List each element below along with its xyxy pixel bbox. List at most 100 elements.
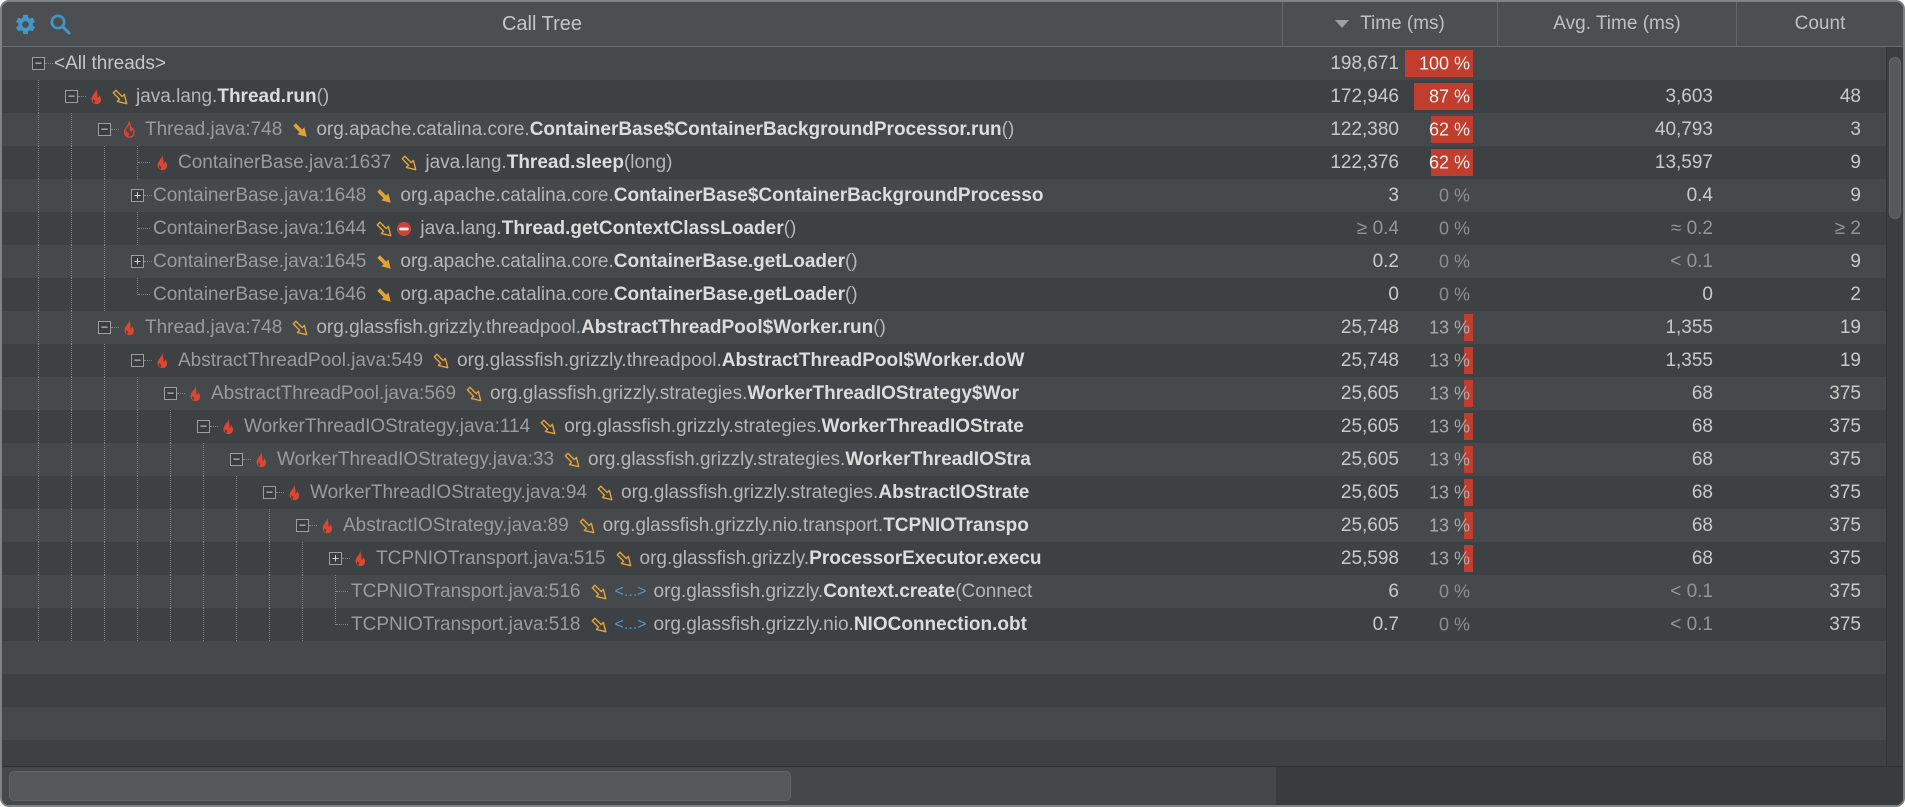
tree-node[interactable]: − WorkerThreadIOStrategy.java:33 org.glass… [230, 449, 1031, 471]
collapse-toggle-icon[interactable]: − [230, 453, 243, 466]
avg-time-cell: 1,355 [1665, 349, 1713, 371]
tree-node[interactable]: − AbstractThreadPool.java:569 org.glassfis… [164, 383, 1019, 405]
column-header-avg-time[interactable]: Avg. Time (ms) [1497, 2, 1736, 46]
tree-guide-line [38, 509, 39, 542]
tree-cell: − AbstractIOStrategy.java:89 org.glassfish… [2, 509, 1282, 542]
call-arrow-icon [579, 518, 595, 533]
percent-label: 13 % [1428, 350, 1470, 370]
percent-label: 13 % [1428, 383, 1470, 403]
tree-node[interactable]: − AbstractThreadPool.java:549 org.glassfis… [131, 350, 1024, 372]
column-header-count[interactable]: Count [1736, 2, 1903, 46]
tree-guide-line [137, 377, 138, 410]
method-name: org.glassfish.grizzly.strategies.WorkerT… [490, 382, 1020, 404]
collapse-toggle-icon[interactable]: − [296, 519, 309, 532]
tree-node[interactable]: + ContainerBase.java:1648 org.apache.catal… [131, 185, 1043, 207]
count-cell: 9 [1850, 184, 1861, 206]
percent-label: 13 % [1428, 416, 1470, 436]
tree-node[interactable]: − <All threads> [32, 53, 166, 75]
tree-guide-line [170, 443, 171, 476]
table-row: ContainerBase.java:1646 org.apache.catali… [2, 278, 1903, 311]
tree-node[interactable]: − Thread.java:748 org.apache.catalina.core… [98, 119, 1014, 141]
tree-node[interactable]: ContainerBase.java:1637 java.lang.Thread.… [153, 152, 673, 174]
table-row: TCPNIOTransport.java:518 <...> org.glassfi… [2, 608, 1903, 641]
tree-guide-line [71, 245, 72, 278]
collapse-toggle-icon[interactable]: − [164, 387, 177, 400]
avg-time-cell: 40,793 [1654, 118, 1713, 140]
tree-node[interactable]: ContainerBase.java:1646 org.apache.catali… [153, 284, 858, 306]
collapse-toggle-icon[interactable]: − [197, 420, 210, 433]
column-header-time[interactable]: Time (ms) [1282, 2, 1497, 46]
count-cell: 19 [1839, 349, 1861, 371]
tree-guide-line [104, 245, 105, 278]
tree-guide-line [71, 542, 72, 575]
call-arrow-icon [564, 452, 580, 467]
expand-toggle-icon[interactable]: + [131, 189, 144, 202]
time-cell: 25,598 [1340, 547, 1399, 569]
tree-guide-line [71, 443, 72, 476]
source-location: Thread.java:748 [145, 316, 283, 338]
collapse-toggle-icon[interactable]: − [131, 354, 144, 367]
tree-guide-line [170, 476, 171, 509]
table-row: − AbstractThreadPool.java:569 org.glassfis… [2, 377, 1903, 410]
method-name: java.lang.Thread.getContextClassLoader() [420, 217, 797, 239]
collapse-toggle-icon[interactable]: − [98, 321, 111, 334]
tree-node[interactable]: TCPNIOTransport.java:516 <...> org.glassfi… [351, 581, 1032, 603]
tree-guide-line [203, 542, 204, 575]
tree-guide-line [71, 608, 72, 641]
page-title: Call Tree [501, 12, 583, 35]
percent-label: 0 % [1438, 614, 1470, 634]
tree-cell: − AbstractThreadPool.java:549 org.glassfis… [2, 344, 1282, 377]
tree-guide-line [71, 344, 72, 377]
tree-node[interactable]: TCPNIOTransport.java:518 <...> org.glassfi… [351, 614, 1027, 636]
tree-cell: − Thread.java:748 org.glassfish.grizzly.th… [2, 311, 1282, 344]
call-arrow-icon [377, 254, 392, 269]
expand-toggle-icon[interactable]: + [131, 255, 144, 268]
horizontal-scrollbar-thumb[interactable] [9, 771, 791, 801]
tree-guide-line [71, 476, 72, 509]
table-row: − WorkerThreadIOStrategy.java:114 org.glas… [2, 410, 1903, 443]
count-cell: 375 [1829, 382, 1861, 404]
call-arrow-icon [597, 485, 613, 500]
source-location: WorkerThreadIOStrategy.java:114 [244, 415, 531, 437]
avg-time-cell: 68 [1691, 514, 1713, 536]
time-cell: 198,671 [1330, 52, 1399, 74]
collapse-toggle-icon[interactable]: − [263, 486, 276, 499]
method-name: org.apache.catalina.core.ContainerBase.g… [400, 250, 858, 272]
tree-connector [336, 624, 348, 625]
search-icon[interactable] [48, 12, 72, 36]
tree-node[interactable]: ContainerBase.java:1644 java.lang.Thread.… [153, 218, 796, 240]
flame-hot-spot-icon [223, 418, 234, 435]
percent-label: 0 % [1438, 185, 1470, 205]
collapse-toggle-icon[interactable]: − [32, 57, 45, 70]
time-cell: 25,605 [1340, 382, 1399, 404]
empty-row [2, 641, 1903, 674]
source-location: AbstractThreadPool.java:569 [211, 382, 457, 404]
source-location: ContainerBase.java:1648 [153, 184, 367, 206]
tree-node[interactable]: + TCPNIOTransport.java:515 org.glassfish.g… [329, 548, 1042, 570]
tree-node[interactable]: − Thread.java:748 org.glassfish.grizzly.th… [98, 317, 886, 339]
tree-guide-line [236, 542, 237, 575]
vertical-scrollbar-thumb[interactable] [1889, 57, 1901, 219]
tree-node[interactable]: + ContainerBase.java:1645 org.apache.catal… [131, 251, 858, 273]
avg-time-cell [1497, 47, 1736, 80]
collapse-toggle-icon[interactable]: − [65, 90, 78, 103]
tree-guide-line [137, 476, 138, 509]
percent-label: 100 % [1418, 53, 1470, 73]
collapse-toggle-icon[interactable]: − [98, 123, 111, 136]
tree-cell: TCPNIOTransport.java:518 <...> org.glassfi… [2, 608, 1282, 641]
tree-guide-line [71, 575, 72, 608]
tree-node[interactable]: − java.lang.Thread.run() [65, 86, 329, 108]
tree-node[interactable]: − WorkerThreadIOStrategy.java:94 org.glass… [263, 482, 1029, 504]
time-cell: 0.2 [1372, 250, 1399, 272]
tree-guide-line [71, 179, 72, 212]
tree-node[interactable]: − WorkerThreadIOStrategy.java:114 org.glas… [197, 416, 1024, 438]
tree-guide-line [71, 278, 72, 311]
method-name: org.glassfish.grizzly.strategies.Abstrac… [621, 481, 1030, 503]
time-cell: 122,376 [1330, 151, 1399, 173]
tree-node[interactable]: − AbstractIOStrategy.java:89 org.glassfish… [296, 515, 1029, 537]
tree-guide-line [269, 608, 270, 641]
expand-toggle-icon[interactable]: + [329, 552, 342, 565]
vertical-scrollbar[interactable] [1886, 47, 1903, 766]
horizontal-scrollbar[interactable] [2, 767, 1276, 805]
gear-icon[interactable] [14, 13, 37, 36]
